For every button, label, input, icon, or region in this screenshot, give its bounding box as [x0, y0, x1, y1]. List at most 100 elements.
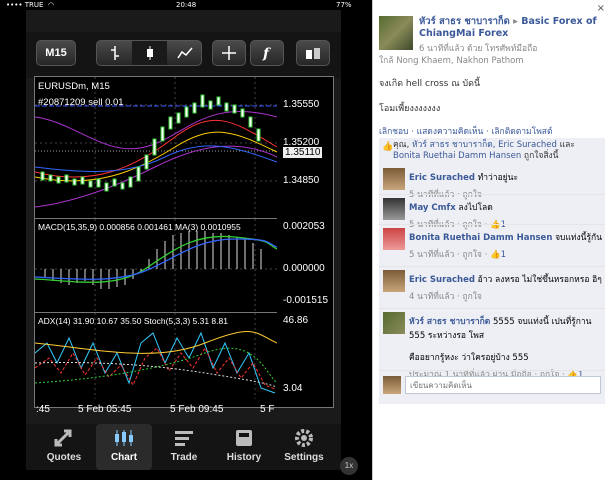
- thumbs-up-icon: 👍: [490, 220, 501, 230]
- trade-icon: [156, 424, 212, 452]
- post-body-2: โอมเพี้ยงงงงงงง: [379, 104, 441, 114]
- indicators-icon[interactable]: f: [250, 40, 284, 66]
- comment-meta: 5 นาทีที่แล้ว · ถูกใจ ·: [409, 250, 490, 260]
- chart-icon: [96, 424, 152, 452]
- comment-author[interactable]: Eric Surached: [409, 173, 475, 183]
- wifi-icon: ◠: [48, 1, 55, 9]
- likes-suffix: ถูกใจสิ่งนี้: [521, 151, 559, 161]
- comment-author[interactable]: หัวร์ สาธร ชาบาราก็ด: [409, 317, 490, 327]
- chart-type-group: [96, 40, 202, 66]
- battery-label: 77%: [336, 1, 352, 9]
- macd-tick: 0.002053: [283, 221, 325, 232]
- symbol-label: EURUSDm, M15: [38, 81, 110, 92]
- comment-author[interactable]: Bonita Ruethai Damm Hansen: [409, 233, 552, 243]
- chart-area[interactable]: EURUSDm, M15 #20871209 sell 0.01 1.35550…: [34, 76, 334, 408]
- settings-icon: [276, 424, 332, 452]
- tab-chart[interactable]: Chart: [96, 424, 152, 470]
- status-bar: •••• TRUE ◠ 20:48 77%: [0, 0, 365, 10]
- comment-author[interactable]: Eric Surached: [409, 275, 475, 285]
- tab-label: Trade: [170, 452, 198, 463]
- comment: Bonita Ruethai Damm Hansen จบแท่งนี้รู้ก…: [409, 230, 605, 261]
- bar-chart-icon[interactable]: [97, 41, 132, 65]
- tab-history[interactable]: History: [216, 424, 272, 470]
- likes-text: คุณ, หัวร์ สาธร ชาบาราก็ด, Eric Surached…: [393, 140, 603, 162]
- facebook-post-panel: × หัวร์ สาธร ชาบาราก็ด ▸ Basic Forex of …: [372, 0, 610, 480]
- comment-text: ลงไปโลด: [455, 203, 493, 213]
- avatar[interactable]: [383, 270, 405, 292]
- macd-tick: 0.000000: [283, 263, 325, 274]
- tab-label: History: [226, 452, 262, 463]
- post-location[interactable]: ใกล้ Nong Khaem, Nakhon Pathom: [379, 53, 524, 67]
- likes-and: และ: [556, 140, 575, 150]
- line-chart-icon[interactable]: [167, 41, 202, 65]
- avatar[interactable]: [383, 198, 405, 220]
- tab-label: Settings: [284, 452, 324, 463]
- order-label: #20871209 sell 0.01: [38, 97, 124, 108]
- price-tick: 1.34850: [283, 175, 320, 186]
- divider: [379, 308, 605, 309]
- zoom-badge[interactable]: 1x: [340, 457, 358, 475]
- likes-names2-link[interactable]: Bonita Ruethai Damm Hansen: [393, 151, 521, 161]
- divider: [379, 266, 605, 267]
- carrier-label: •••• TRUE: [6, 1, 44, 9]
- adx-tick: 3.04: [283, 383, 303, 394]
- tab-settings[interactable]: Settings: [276, 424, 332, 470]
- price-panel: EURUSDm, M15 #20871209 sell 0.01: [35, 77, 277, 219]
- adx-axis: 46.86 3.04: [278, 313, 335, 399]
- avatar[interactable]: [383, 168, 405, 190]
- comment: Eric Surached ทำว่าอยู่นะ 5 นาทีที่แล้ว …: [409, 170, 605, 201]
- objects-icon[interactable]: [296, 40, 330, 66]
- current-price-tag: 1.35110: [283, 147, 323, 158]
- comment-text: ทำว่าอยู่นะ: [474, 173, 519, 183]
- arrow-icon: ▸: [513, 16, 518, 27]
- tab-label: Quotes: [46, 452, 82, 463]
- likes-prefix: คุณ,: [393, 140, 412, 150]
- history-icon: [216, 424, 272, 452]
- clock: 20:48: [176, 1, 197, 9]
- tab-trade[interactable]: Trade: [156, 424, 212, 470]
- comment: May Cmfx ลงไปโลด 5 นาทีที่แล้ว · ถูกใจ ·…: [409, 200, 605, 231]
- crosshair-icon[interactable]: [212, 40, 246, 66]
- comment-meta: 4 นาทีที่แล้ว · ถูกใจ: [409, 292, 482, 302]
- adx-panel: ADX(14) 31.90 10.67 35.50 Stoch(5,3,3) 5…: [35, 313, 277, 399]
- comment-meta: 5 นาทีที่แล้ว · ถูกใจ ·: [409, 220, 490, 230]
- author-link[interactable]: หัวร์ สาธร ชาบาราก็ด: [419, 16, 510, 27]
- like-icon: 👍: [382, 142, 394, 152]
- post-actions[interactable]: เลิกชอบ · แสดงความคิดเห็น · เลิกติดตามโพ…: [379, 124, 553, 138]
- time-tick: 5 Feb 09:45: [170, 404, 224, 415]
- adx-label: ADX(14) 31.90 10.67 35.50 Stoch(5,3,3) 5…: [38, 316, 228, 326]
- comment-author[interactable]: May Cmfx: [409, 203, 456, 213]
- comment-text: จบแท่งนี้รู้กัน: [552, 233, 603, 243]
- chart-toolbar: M15 f: [26, 32, 341, 78]
- comment-text-2: คืออยากรู้หงะ ว่าใครอยู่บ้าง 555: [409, 353, 529, 363]
- likes-names-link[interactable]: หัวร์ สาธร ชาบาราก็ด, Eric Surached: [412, 140, 557, 150]
- likes-box: 👍 คุณ, หัวร์ สาธร ชาบาราก็ด, Eric Surach…: [379, 138, 605, 164]
- time-tick: :45: [36, 404, 50, 415]
- divider: [379, 224, 605, 225]
- like-count[interactable]: 1: [501, 220, 506, 230]
- comment-input[interactable]: [405, 376, 601, 394]
- thumbs-up-icon: 👍: [490, 250, 501, 260]
- like-count[interactable]: 1: [501, 250, 506, 260]
- time-tick: 5 F: [260, 404, 275, 415]
- author-avatar[interactable]: [379, 16, 413, 50]
- macd-panel: MACD(15,35,9) 0.000856 0.001461 MA(3) 0.…: [35, 219, 277, 313]
- divider: [379, 370, 605, 371]
- tab-label: Chart: [110, 452, 138, 463]
- comment: Eric Surached อ้าว ลงหรอ ไม่ใช่ขึ้นหรอกห…: [409, 272, 605, 303]
- quotes-icon: [36, 424, 92, 452]
- avatar[interactable]: [383, 312, 405, 334]
- close-icon[interactable]: ×: [597, 3, 605, 14]
- svg-text:f: f: [262, 46, 272, 61]
- phone-photo: •••• TRUE ◠ 20:48 77% M15 f EURUSDm, M15…: [0, 0, 372, 480]
- avatar[interactable]: [383, 228, 405, 250]
- price-axis: 1.35550 1.35200 1.35110 1.34850: [278, 77, 335, 219]
- tab-quotes[interactable]: Quotes: [36, 424, 92, 470]
- tab-bar: Quotes Chart Trade History Settings: [26, 424, 341, 470]
- candle-chart-icon[interactable]: [132, 41, 167, 65]
- my-avatar: [383, 376, 401, 394]
- comment-text: อ้าว ลงหรอ ไม่ใช่ขึ้นหรอกหรอ อิๆ: [474, 275, 602, 285]
- timeframe-button[interactable]: M15: [36, 40, 76, 66]
- post-header: หัวร์ สาธร ชาบาราก็ด ▸ Basic Forex of Ch…: [419, 16, 605, 40]
- macd-axis: 0.002053 0.000000 -0.001515: [278, 219, 335, 313]
